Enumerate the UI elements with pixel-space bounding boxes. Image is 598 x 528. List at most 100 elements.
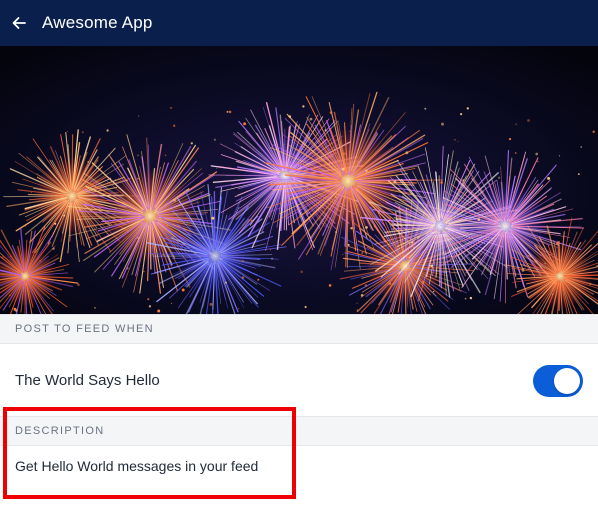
list-item-world-says-hello[interactable]: The World Says Hello: [0, 344, 598, 416]
firework-ember: [417, 235, 420, 239]
firework-ember: [424, 107, 427, 110]
firework-ember: [527, 119, 530, 122]
firework-ember: [469, 296, 473, 300]
firework-ember: [365, 226, 368, 229]
firework-ember: [283, 144, 285, 145]
firework-ember: [190, 142, 193, 145]
firework-ember: [291, 220, 293, 222]
firework-ember: [106, 129, 109, 132]
firework-ember: [288, 115, 292, 118]
firework-ember: [405, 151, 409, 155]
firework-ember: [24, 283, 27, 286]
firework-ember: [77, 283, 80, 287]
firework-ember: [243, 122, 247, 126]
firework-ember: [399, 224, 402, 227]
firework-ember: [319, 199, 321, 201]
firework-ember: [508, 138, 512, 141]
firework-ember: [162, 254, 164, 256]
hero-image-fireworks: [0, 46, 598, 314]
firework-ember: [497, 176, 501, 179]
back-button[interactable]: [9, 13, 29, 33]
firework-ember: [410, 241, 414, 244]
firework-ember: [477, 218, 481, 221]
firework-ember: [356, 302, 358, 304]
firework-ember: [347, 244, 350, 246]
firework-ember: [226, 110, 229, 113]
firework-ember: [324, 129, 327, 131]
firework-spark: [3, 195, 65, 198]
firework-ember: [228, 110, 232, 114]
firework-ember: [329, 111, 333, 114]
firework-ember: [157, 309, 161, 313]
firework-ember: [271, 257, 274, 260]
firework-ember: [556, 242, 559, 245]
firework-ember: [334, 196, 337, 198]
description-section-header: DESCRIPTION: [0, 416, 598, 446]
firework-ember: [517, 227, 520, 230]
firework-ember: [356, 149, 359, 151]
firework-ember: [250, 219, 254, 223]
firework-ember: [334, 230, 338, 234]
firework-ember: [1, 256, 4, 259]
firework-ember: [341, 167, 345, 171]
firework-ember: [257, 278, 260, 281]
firework-ember: [285, 218, 287, 219]
firework-ember: [126, 267, 129, 270]
firework-ember: [393, 180, 397, 184]
fireworks-image: [0, 46, 598, 314]
firework-ember: [216, 167, 218, 169]
firework-ember: [457, 140, 459, 142]
firework-ember: [238, 308, 240, 310]
firework-ember: [211, 216, 215, 220]
firework-ember: [9, 294, 11, 297]
firework-ember: [343, 152, 346, 156]
firework-spark: [564, 274, 598, 277]
firework-ember: [407, 208, 410, 210]
firework-ember: [559, 155, 560, 157]
firework-ember: [350, 227, 353, 230]
firework-ember: [87, 185, 90, 187]
firework-ember: [521, 268, 525, 272]
firework-ember: [170, 302, 173, 305]
top-app-bar: Awesome App: [0, 0, 598, 46]
firework-ember: [561, 267, 564, 270]
app-title: Awesome App: [42, 13, 153, 32]
firework-ember: [364, 284, 368, 287]
firework-ember: [454, 138, 456, 141]
firework-ember: [241, 259, 244, 262]
firework-ember: [173, 199, 176, 202]
post-to-feed-section-header: POST TO FEED WHEN: [0, 314, 598, 344]
firework-ember: [312, 168, 315, 171]
arrow-left-icon: [12, 17, 26, 29]
world-says-hello-toggle[interactable]: [533, 365, 583, 397]
firework-ember: [589, 282, 592, 286]
description-text: Get Hello World messages in your feed: [15, 458, 259, 474]
firework-ember: [24, 225, 26, 227]
firework-ember: [33, 237, 35, 239]
firework-ember: [360, 294, 364, 297]
description-header-label: DESCRIPTION: [15, 425, 105, 437]
firework-ember: [421, 281, 425, 284]
firework-ember: [16, 270, 19, 273]
firework-ember: [460, 113, 463, 116]
firework-ember: [515, 123, 517, 125]
firework-ember: [102, 218, 104, 220]
firework-spark: [213, 191, 216, 249]
firework-spark: [71, 134, 74, 190]
firework-ember: [170, 106, 173, 109]
firework-ember: [365, 169, 368, 172]
firework-ember: [269, 249, 272, 251]
firework-ember: [137, 178, 139, 180]
firework-ember: [52, 247, 55, 250]
post-to-feed-header-label: POST TO FEED WHEN: [15, 323, 154, 335]
firework-ember: [466, 107, 469, 110]
firework-ember: [349, 205, 351, 207]
firework-ember: [30, 191, 32, 194]
firework-ember: [514, 152, 517, 154]
toggle-knob: [554, 368, 580, 394]
app-window: Awesome App POST TO FEED WHEN The World …: [0, 0, 598, 528]
firework-ember: [349, 130, 351, 132]
firework-ember: [592, 130, 595, 133]
firework-ember: [137, 154, 139, 157]
firework-ember: [164, 154, 167, 157]
